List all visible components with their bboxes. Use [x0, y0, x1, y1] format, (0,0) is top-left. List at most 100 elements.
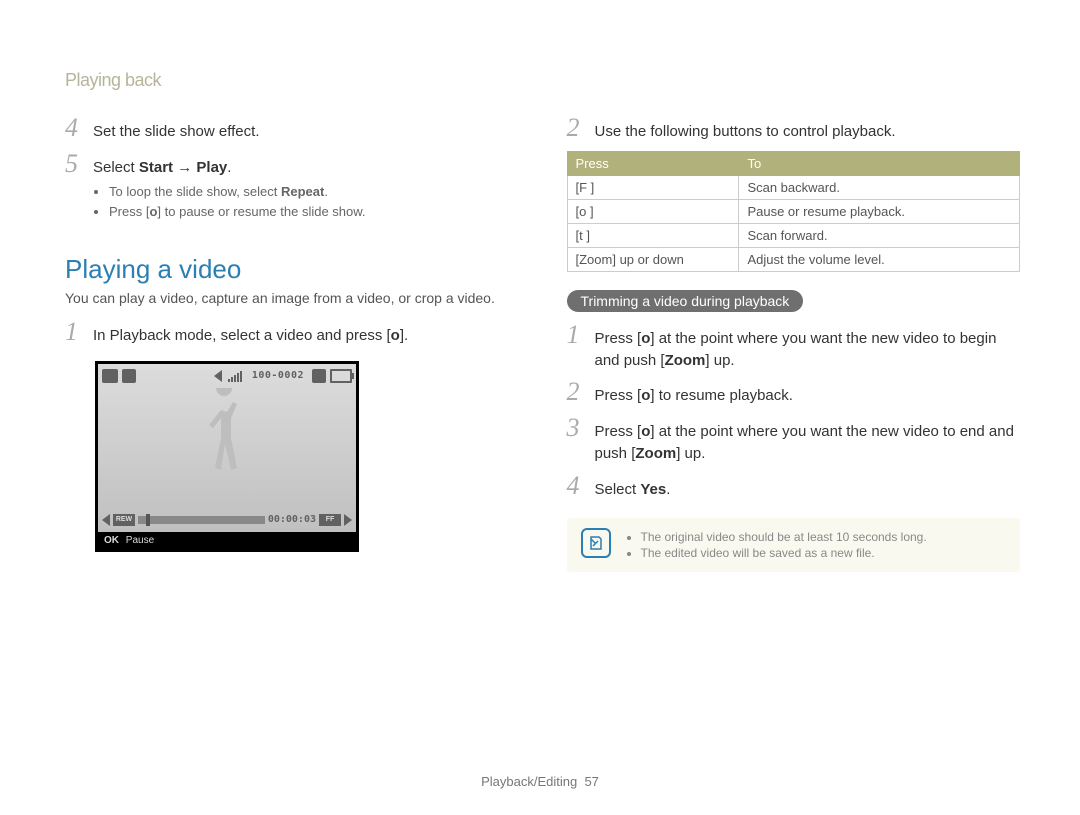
rew-label: REW: [113, 514, 135, 526]
text: To loop the slide show, select: [109, 184, 281, 199]
left-column: 4 Set the slide show effect. 5 Select St…: [65, 115, 519, 572]
ok-action-label: Pause: [126, 535, 154, 546]
step-number: 4: [567, 473, 585, 499]
step-text: In Playback mode, select a video and pre…: [93, 319, 408, 347]
movie-icon: [122, 369, 136, 383]
volume-icon: [214, 370, 222, 382]
camera-ok-bar: OK Pause: [98, 532, 356, 549]
step-number: 3: [567, 415, 585, 441]
ff-right-icon: [344, 514, 352, 526]
text: ] at the point where you want the new vi…: [595, 330, 997, 369]
left-steps-a: 4 Set the slide show effect. 5 Select St…: [65, 115, 519, 224]
bold: Repeat: [281, 184, 324, 199]
sub-bullet: Press [o] to pause or resume the slide s…: [109, 203, 366, 222]
cell-to: Scan forward.: [739, 223, 1020, 247]
step-4: 4 Select Yes.: [567, 473, 1021, 501]
sub-bullet: To loop the slide show, select Repeat.: [109, 183, 366, 202]
play-mode-icon: [102, 369, 118, 383]
bold: Zoom: [635, 445, 676, 462]
step-5: 5 Select Start → Play. To loop the slide…: [65, 151, 519, 224]
th-to: To: [739, 151, 1020, 175]
text: .: [666, 481, 670, 498]
text: Press [: [109, 204, 149, 219]
bold: Yes: [640, 481, 666, 498]
text: In Playback mode, select a video and pre…: [93, 327, 391, 344]
cell-press: [t ]: [567, 223, 739, 247]
step-text: Set the slide show effect.: [93, 115, 260, 143]
note-icon: [581, 528, 611, 558]
key: o: [641, 423, 650, 440]
cell-to: Pause or resume playback.: [739, 199, 1020, 223]
cell-press: [Zoom] up or down: [567, 247, 739, 271]
step-text: Press [o] to resume playback.: [595, 379, 793, 407]
step-2: 2 Press [o] to resume playback.: [567, 379, 1021, 407]
step-3: 3 Press [o] at the point where you want …: [567, 415, 1021, 465]
right-steps-b: 1 Press [o] at the point where you want …: [567, 322, 1021, 501]
step-text: Use the following buttons to control pla…: [595, 115, 896, 143]
file-counter: 100-0002: [252, 370, 304, 381]
cell-press: [F ]: [567, 175, 739, 199]
text: Press [: [595, 423, 642, 440]
arrow: →: [173, 159, 196, 176]
footer-section: Playback/Editing: [481, 774, 577, 789]
camera-top-bar: 100-0002: [98, 364, 356, 388]
th-press: Press: [567, 151, 739, 175]
ff-label: FF: [319, 514, 341, 526]
controls-table: Press To [F ] Scan backward. [o ] Pause …: [567, 151, 1021, 272]
cell-to: Adjust the volume level.: [739, 247, 1020, 271]
card-icon: [312, 369, 326, 383]
text: ] up.: [705, 352, 734, 369]
note-item: The edited video will be saved as a new …: [641, 546, 927, 560]
table-row: [Zoom] up or down Adjust the volume leve…: [567, 247, 1020, 271]
bold: Play: [196, 159, 227, 176]
step-number: 1: [65, 319, 83, 345]
breadcrumb: Playing back: [65, 70, 1020, 91]
table-row: [F ] Scan backward.: [567, 175, 1020, 199]
text: ] up.: [676, 445, 705, 462]
left-steps-b: 1 In Playback mode, select a video and p…: [65, 319, 519, 347]
step-text: Select Start → Play. To loop the slide s…: [93, 151, 366, 224]
text: Press [: [595, 330, 642, 347]
note-box: The original video should be at least 10…: [567, 518, 1021, 572]
battery-icon: [330, 369, 352, 383]
text: Press [: [595, 387, 642, 404]
key: o: [391, 327, 400, 344]
cell-press: [o ]: [567, 199, 739, 223]
right-steps-a: 2 Use the following buttons to control p…: [567, 115, 1021, 143]
note-item: The original video should be at least 10…: [641, 530, 927, 544]
cell-to: Scan backward.: [739, 175, 1020, 199]
right-column: 2 Use the following buttons to control p…: [567, 115, 1021, 572]
step-number: 5: [65, 151, 83, 177]
camera-viewport: 100-0002 REW 00:00:03 FF: [98, 364, 356, 532]
bold: Zoom: [665, 352, 706, 369]
step-text: Press [o] at the point where you want th…: [595, 415, 1021, 465]
step-text: Press [o] at the point where you want th…: [595, 322, 1021, 372]
step-number: 2: [567, 379, 585, 405]
bold: [Zoom] up or down: [576, 252, 684, 267]
text: ].: [400, 327, 408, 344]
note-list: The original video should be at least 10…: [625, 530, 927, 562]
text: Select: [595, 481, 641, 498]
text: ] to resume playback.: [650, 387, 793, 404]
person-silhouette: [192, 388, 262, 503]
table-row: [t ] Scan forward.: [567, 223, 1020, 247]
step-number: 1: [567, 322, 585, 348]
key: o: [641, 330, 650, 347]
step-4: 4 Set the slide show effect.: [65, 115, 519, 143]
step-number: 2: [567, 115, 585, 141]
key: o: [641, 387, 650, 404]
timecode: 00:00:03: [268, 514, 316, 525]
step-1: 1 In Playback mode, select a video and p…: [65, 319, 519, 347]
text: ] to pause or resume the slide show.: [157, 204, 365, 219]
camera-screen-figure: 100-0002 REW 00:00:03 FF: [95, 361, 359, 552]
page-footer: Playback/Editing 57: [0, 774, 1080, 789]
footer-page: 57: [584, 774, 598, 789]
rew-left-icon: [102, 514, 110, 526]
step-2: 2 Use the following buttons to control p…: [567, 115, 1021, 143]
step-text: Select Yes.: [595, 473, 671, 501]
camera-bottom-bar: REW 00:00:03 FF: [98, 508, 356, 532]
progress-bar: [138, 516, 265, 524]
volume-bars-icon: [228, 370, 242, 382]
text: Select: [93, 159, 139, 176]
sub-bullets: To loop the slide show, select Repeat. P…: [93, 183, 366, 223]
